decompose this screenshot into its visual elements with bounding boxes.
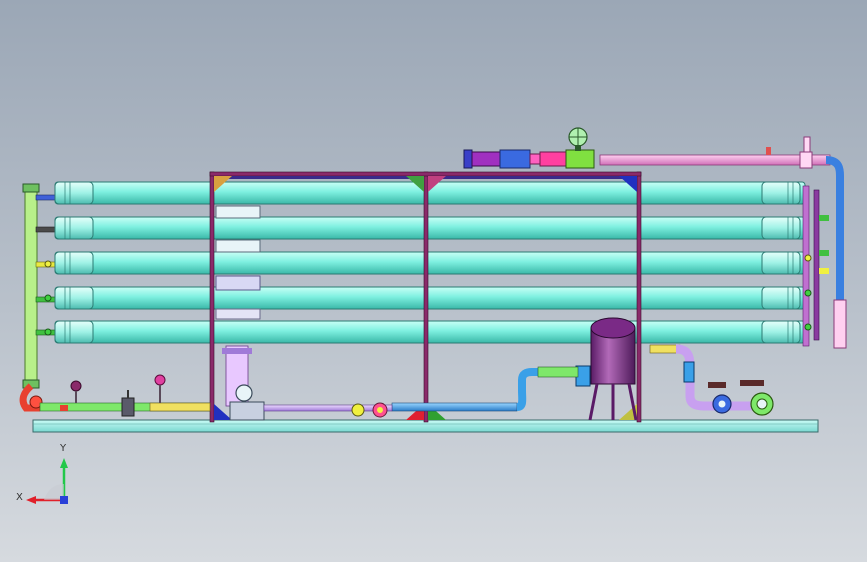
high-pressure-pump[interactable] (222, 345, 393, 421)
z-axis-marker (60, 496, 68, 504)
membrane-vessel-4[interactable] (54, 286, 806, 310)
membrane-vessel-3[interactable] (54, 251, 806, 275)
triad-x-label: X (16, 492, 23, 503)
coordinate-triad (26, 458, 68, 504)
right-manifold[interactable] (802, 185, 829, 347)
feed-pipe[interactable] (391, 366, 579, 412)
concentrate-pipe[interactable] (649, 344, 774, 416)
cad-viewport[interactable] (0, 0, 867, 562)
left-manifold-pipe[interactable] (19, 183, 57, 412)
triad-y-label: Y (60, 443, 67, 454)
membrane-vessel-2[interactable] (54, 216, 806, 240)
membrane-vessel-5[interactable] (54, 320, 806, 344)
lower-left-piping[interactable] (39, 374, 211, 417)
